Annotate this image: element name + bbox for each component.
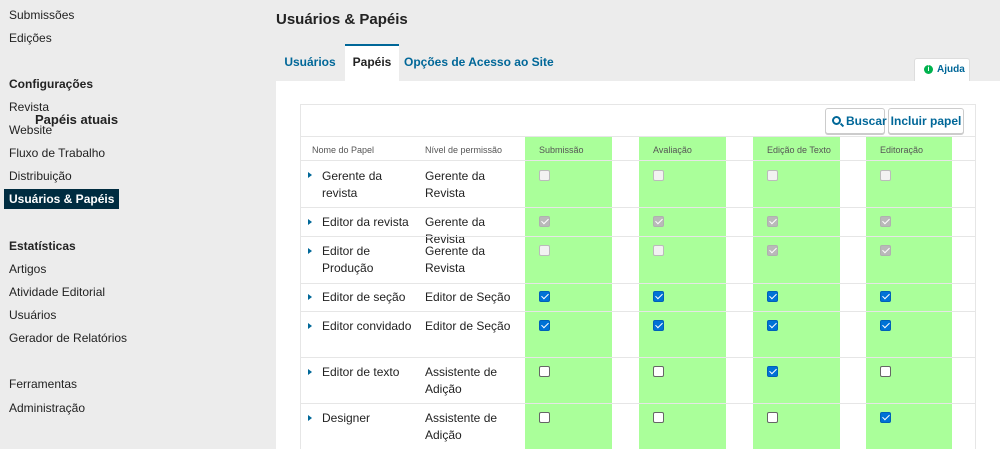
permission-level: Editor de Seção (425, 290, 511, 304)
sidebar-item-edicoes[interactable]: Edições (9, 30, 52, 46)
role-name: Gerente da revista (322, 169, 383, 200)
checkbox-submissao (539, 216, 550, 227)
checkbox-submissao[interactable] (539, 366, 550, 377)
checkbox-submissao[interactable] (539, 320, 550, 331)
permission-level: Assistente de Adição (425, 365, 498, 396)
checkbox-avaliacao (653, 216, 664, 227)
help-label: Ajuda (937, 64, 965, 75)
checkbox-editoracao[interactable] (880, 412, 891, 423)
column-header-submissao: Submissão (539, 145, 584, 155)
expand-row-icon[interactable] (308, 415, 312, 421)
expand-row-icon[interactable] (308, 323, 312, 329)
grid-title: Papéis atuais (35, 112, 119, 127)
role-name: Editor convidado (322, 319, 412, 333)
row-divider (300, 207, 976, 208)
search-button[interactable]: Buscar (825, 108, 887, 134)
sidebar-heading-estatisticas: Estatísticas (9, 239, 76, 253)
checkbox-edicao-texto[interactable] (767, 412, 778, 423)
sidebar-item-distribuicao[interactable]: Distribuição (9, 168, 72, 184)
row-divider (300, 236, 976, 237)
column-header-editoracao: Editoração (880, 145, 924, 155)
sidebar: Submissões Edições Configurações Revista… (0, 0, 265, 449)
expand-row-icon[interactable] (308, 369, 312, 375)
column-header-avaliacao: Avaliação (653, 145, 692, 155)
checkbox-avaliacao (653, 170, 664, 181)
search-label: Buscar (846, 114, 887, 128)
info-icon: i (924, 65, 933, 74)
role-name: Editor da revista (322, 215, 409, 229)
permission-level: Assistente de Adição (425, 411, 498, 442)
checkbox-avaliacao (653, 245, 664, 256)
tab-usuarios[interactable]: Usuários (276, 44, 344, 81)
expand-row-icon[interactable] (308, 248, 312, 254)
help-button[interactable]: i Ajuda (914, 58, 970, 81)
sidebar-item-usuarios-papeis[interactable]: Usuários & Papéis (4, 189, 120, 209)
tab-papeis[interactable]: Papéis (345, 44, 399, 81)
checkbox-submissao[interactable] (539, 412, 550, 423)
sidebar-heading-configuracoes: Configurações (9, 77, 94, 91)
sidebar-item-atividade-editorial[interactable]: Atividade Editorial (9, 284, 105, 300)
sidebar-item-administracao[interactable]: Administração (9, 400, 85, 416)
row-divider (300, 357, 976, 358)
expand-row-icon[interactable] (308, 219, 312, 225)
permission-level: Gerente da Revista (425, 244, 486, 275)
role-name: Editor de seção (322, 290, 406, 304)
role-name: Designer (322, 411, 371, 425)
column-header-permissao: Nível de permissão (425, 145, 503, 155)
checkbox-editoracao[interactable] (880, 366, 891, 377)
checkbox-submissao[interactable] (539, 291, 550, 302)
checkbox-edicao-texto[interactable] (767, 320, 778, 331)
checkbox-edicao-texto (767, 170, 778, 181)
checkbox-avaliacao[interactable] (653, 366, 664, 377)
row-divider (300, 403, 976, 404)
column-header-nome: Nome do Papel (312, 145, 375, 155)
row-divider (300, 311, 976, 312)
sidebar-item-fluxo-de-trabalho[interactable]: Fluxo de Trabalho (9, 145, 105, 161)
column-header-edicao-texto: Edição de Texto (767, 145, 831, 155)
checkbox-edicao-texto (767, 245, 778, 256)
tab-opcoes-acesso-site[interactable]: Opções de Acesso ao Site (404, 44, 554, 81)
divider (300, 160, 976, 161)
page-title: Usuários & Papéis (276, 11, 408, 28)
checkbox-submissao (539, 245, 550, 256)
checkbox-submissao (539, 170, 550, 181)
checkbox-editoracao (880, 245, 891, 256)
checkbox-avaliacao[interactable] (653, 291, 664, 302)
checkbox-avaliacao[interactable] (653, 412, 664, 423)
checkbox-edicao-texto[interactable] (767, 366, 778, 377)
checkbox-editoracao (880, 170, 891, 181)
sidebar-item-submissoes[interactable]: Submissões (9, 7, 74, 23)
sidebar-item-ferramentas[interactable]: Ferramentas (9, 376, 77, 392)
sidebar-item-gerador-de-relatorios[interactable]: Gerador de Relatórios (9, 330, 127, 346)
expand-row-icon[interactable] (308, 172, 312, 178)
row-divider (300, 283, 976, 284)
role-name: Editor de texto (322, 365, 400, 379)
sidebar-item-usuarios[interactable]: Usuários (9, 307, 56, 323)
checkbox-avaliacao[interactable] (653, 320, 664, 331)
role-name: Editor de Produção (322, 244, 374, 275)
checkbox-editoracao[interactable] (880, 320, 891, 331)
checkbox-editoracao (880, 216, 891, 227)
checkbox-editoracao[interactable] (880, 291, 891, 302)
divider (300, 136, 976, 137)
sidebar-item-artigos[interactable]: Artigos (9, 261, 46, 277)
checkbox-edicao-texto (767, 216, 778, 227)
permission-level: Gerente da Revista (425, 169, 486, 200)
permission-level: Editor de Seção (425, 319, 511, 333)
add-role-button[interactable]: Incluir papel (888, 108, 964, 134)
search-icon (832, 116, 841, 125)
expand-row-icon[interactable] (308, 294, 312, 300)
checkbox-edicao-texto[interactable] (767, 291, 778, 302)
